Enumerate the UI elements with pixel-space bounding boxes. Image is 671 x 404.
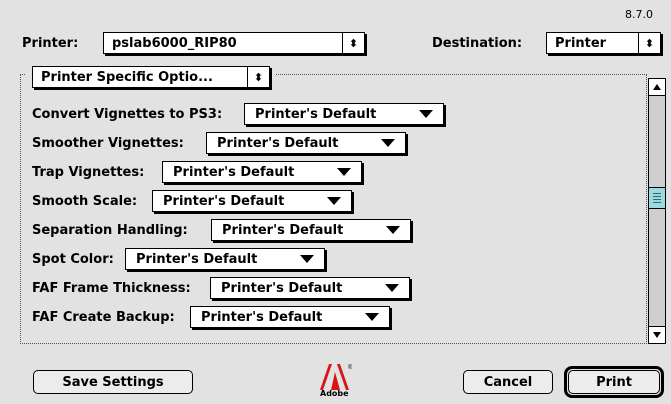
triangle-down-icon	[337, 168, 351, 176]
option-label-smoother-vignettes: Smoother Vignettes:	[32, 136, 184, 151]
up-down-arrows-icon: ⬍	[342, 33, 364, 53]
option-label-smooth-scale: Smooth Scale:	[32, 194, 138, 209]
scrollbar-thumb[interactable]	[649, 187, 665, 209]
scrollbar-track[interactable]	[649, 95, 665, 327]
option-value: Printer's Default	[201, 309, 323, 325]
cancel-button[interactable]: Cancel	[463, 370, 553, 394]
option-value: Printer's Default	[163, 193, 285, 209]
option-value: Printer's Default	[136, 251, 258, 267]
option-menu-faf-create-backup[interactable]: Printer's Default	[190, 306, 390, 328]
option-menu-faf-frame-thickness[interactable]: Printer's Default	[210, 277, 410, 299]
up-down-arrows-icon: ⬍	[638, 33, 660, 53]
option-menu-trap-vignettes[interactable]: Printer's Default	[162, 161, 362, 183]
version-label: 8.7.0	[625, 8, 653, 21]
triangle-down-icon	[386, 226, 400, 234]
option-label-faf-frame-thickness: FAF Frame Thickness:	[32, 281, 191, 296]
panel-selector-value: Printer Specific Optio...	[41, 69, 213, 85]
up-down-arrows-icon: ⬍	[247, 67, 269, 87]
printer-popup-value: pslab6000_RIP80	[112, 35, 237, 51]
option-label-convert-vignettes: Convert Vignettes to PS3:	[32, 107, 223, 122]
triangle-down-icon	[419, 110, 433, 118]
option-value: Printer's Default	[221, 280, 343, 296]
panel-selector-popup[interactable]: Printer Specific Optio... ⬍	[32, 66, 270, 88]
printer-label: Printer:	[22, 36, 79, 51]
options-scrollbar[interactable]	[648, 78, 666, 344]
triangle-down-icon	[381, 139, 395, 147]
printer-popup[interactable]: pslab6000_RIP80 ⬍	[103, 32, 365, 54]
option-label-faf-create-backup: FAF Create Backup:	[32, 310, 175, 325]
triangle-down-icon	[385, 284, 399, 292]
option-label-separation-handling: Separation Handling:	[32, 223, 188, 238]
destination-popup[interactable]: Printer ⬍	[546, 32, 661, 54]
option-menu-smoother-vignettes[interactable]: Printer's Default	[206, 132, 406, 154]
print-button[interactable]: Print	[568, 370, 660, 394]
option-value: Printer's Default	[173, 164, 295, 180]
triangle-down-icon	[365, 313, 379, 321]
triangle-down-icon	[327, 197, 341, 205]
option-menu-convert-vignettes[interactable]: Printer's Default	[244, 103, 444, 125]
save-settings-button[interactable]: Save Settings	[33, 370, 193, 394]
destination-label: Destination:	[432, 36, 523, 51]
option-label-spot-color: Spot Color:	[32, 252, 114, 267]
scroll-down-arrow-icon[interactable]	[649, 327, 665, 343]
option-value: Printer's Default	[222, 222, 344, 238]
option-label-trap-vignettes: Trap Vignettes:	[32, 165, 145, 180]
option-menu-smooth-scale[interactable]: Printer's Default	[152, 190, 352, 212]
destination-popup-value: Printer	[555, 35, 607, 51]
option-menu-separation-handling[interactable]: Printer's Default	[211, 219, 411, 241]
option-value: Printer's Default	[217, 135, 339, 151]
triangle-down-icon	[300, 255, 314, 263]
option-value: Printer's Default	[255, 106, 377, 122]
option-menu-spot-color[interactable]: Printer's Default	[125, 248, 325, 270]
scroll-up-arrow-icon[interactable]	[649, 79, 665, 95]
adobe-logo-text: Adobe	[320, 389, 349, 398]
svg-text:®: ®	[348, 364, 352, 371]
